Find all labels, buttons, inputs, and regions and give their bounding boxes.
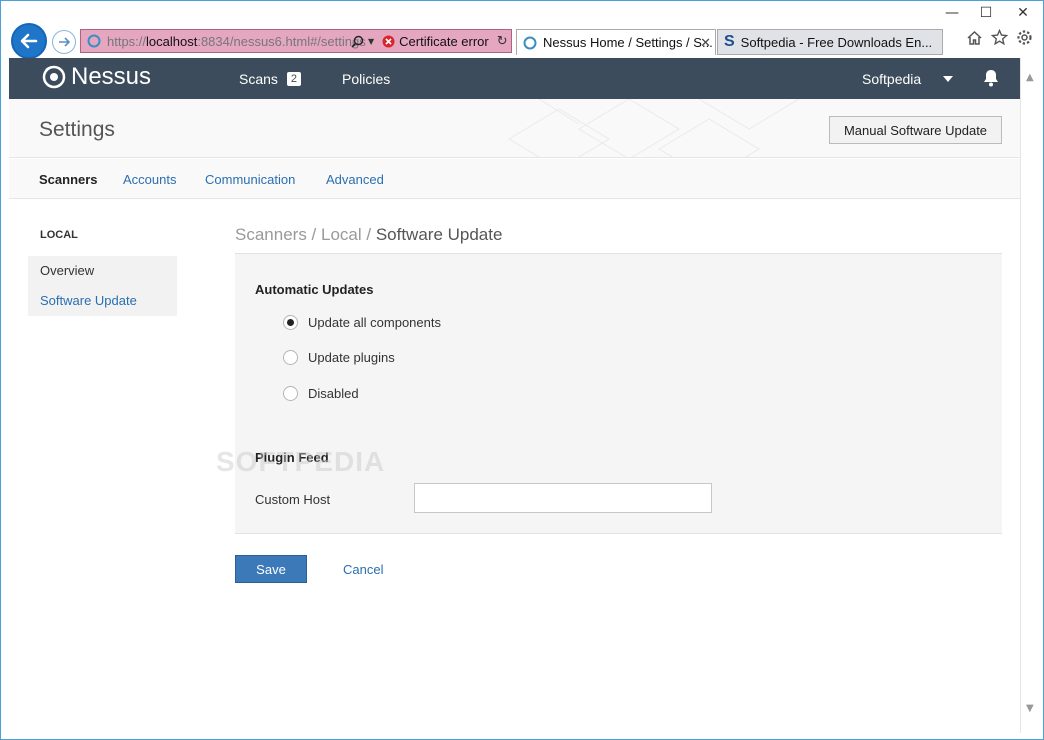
arrow-left-icon <box>20 33 38 49</box>
custom-host-label: Custom Host <box>255 492 331 507</box>
sidebar: LOCAL Overview Software Update <box>28 229 178 316</box>
browser-window: — ☐ ✕ https://localhost:8834/nessus6.htm… <box>0 0 1044 740</box>
settings-page: Settings Manual Software Update Scanners… <box>9 99 1020 733</box>
nav-policies[interactable]: Policies <box>342 71 390 87</box>
radio-label: Disabled <box>308 386 359 401</box>
custom-host-input[interactable] <box>414 483 712 513</box>
user-name: Softpedia <box>862 71 922 87</box>
tab-title: Nessus Home / Settings / S... <box>543 35 713 50</box>
nessus-logo-icon <box>42 65 66 89</box>
page-title: Settings <box>39 118 115 141</box>
radio-button[interactable] <box>283 350 298 365</box>
breadcrumb-separator: / <box>361 225 376 244</box>
title-bar: Settings Manual Software Update <box>9 99 1020 158</box>
manual-software-update-button[interactable]: Manual Software Update <box>829 116 1002 144</box>
browser-chrome: — ☐ ✕ https://localhost:8834/nessus6.htm… <box>1 1 1043 59</box>
chevron-down-icon <box>943 76 954 82</box>
tab-title: Softpedia - Free Downloads En... <box>740 34 933 50</box>
tab-advanced[interactable]: Advanced <box>326 172 384 187</box>
close-tab-icon[interactable]: ✕ <box>700 35 711 51</box>
tab-softpedia[interactable]: S Softpedia - Free Downloads En... <box>717 29 943 55</box>
breadcrumb-local[interactable]: Local <box>321 225 362 244</box>
back-button[interactable] <box>11 23 47 59</box>
search-icon[interactable] <box>351 35 364 48</box>
refresh-icon[interactable]: ↻ <box>497 34 508 49</box>
certificate-error-label[interactable]: Certificate error <box>399 34 489 49</box>
settings-tabs: Scanners Accounts Communication Advanced <box>9 159 1020 199</box>
sidebar-heading: LOCAL <box>40 229 78 241</box>
url-text: https://localhost:8834/nessus6.html#/set… <box>107 34 366 49</box>
forward-button[interactable] <box>52 30 76 54</box>
radio-button[interactable] <box>283 386 298 401</box>
sidebar-item-overview[interactable]: Overview <box>28 256 177 286</box>
nav-scans[interactable]: Scans 2 <box>239 71 302 87</box>
user-menu[interactable]: Softpedia <box>862 71 954 87</box>
arrow-right-icon <box>59 37 71 47</box>
radio-disabled[interactable]: Disabled <box>283 386 359 401</box>
nessus-logo[interactable]: Nessus <box>41 63 151 91</box>
radio-update-plugins[interactable]: Update plugins <box>283 350 395 365</box>
tab-scanners[interactable]: Scanners <box>39 172 98 187</box>
close-window-button[interactable]: ✕ <box>1003 1 1043 25</box>
favorites-star-icon[interactable] <box>991 29 1008 46</box>
radio-button[interactable] <box>283 315 298 330</box>
tab-communication[interactable]: Communication <box>205 172 295 187</box>
scans-count-badge: 2 <box>286 72 302 86</box>
window-controls: — ☐ ✕ <box>935 1 1043 25</box>
home-icon[interactable] <box>966 29 983 46</box>
url-path: :8834/nessus6.html#/settings <box>197 33 366 49</box>
vertical-scrollbar[interactable]: ▲ ▼ <box>1020 58 1043 733</box>
software-update-form: Automatic Updates Update all components … <box>235 254 1002 534</box>
breadcrumb-separator: / <box>306 225 321 244</box>
gear-icon[interactable] <box>1016 29 1033 46</box>
nessus-header: Nessus Scans 2 Policies Softpedia <box>9 58 1020 99</box>
cancel-link[interactable]: Cancel <box>343 562 383 577</box>
address-tools: ▼ Certificate error ↻ <box>351 34 508 49</box>
breadcrumb-scanners[interactable]: Scanners <box>235 225 307 244</box>
certificate-error-icon[interactable] <box>382 35 395 48</box>
address-bar[interactable]: https://localhost:8834/nessus6.html#/set… <box>80 29 512 53</box>
url-host: localhost <box>146 33 198 49</box>
save-button[interactable]: Save <box>235 555 307 583</box>
radio-update-all[interactable]: Update all components <box>283 315 441 330</box>
breadcrumb: Scanners / Local / Software Update <box>235 225 502 245</box>
scroll-up-icon[interactable]: ▲ <box>1026 72 1034 83</box>
radio-selected-dot <box>287 319 294 326</box>
logo-text: Nessus <box>71 63 152 90</box>
automatic-updates-heading: Automatic Updates <box>255 282 374 297</box>
radio-label: Update all components <box>308 315 441 330</box>
nav-scans-label: Scans <box>239 71 278 87</box>
maximize-button[interactable]: ☐ <box>969 1 1003 25</box>
softpedia-favicon-icon: S <box>724 33 735 50</box>
nessus-favicon-icon <box>523 36 537 49</box>
background-pattern <box>508 99 799 157</box>
scroll-down-icon[interactable]: ▼ <box>1026 703 1034 714</box>
bell-icon[interactable] <box>983 69 999 87</box>
browser-toolbar-icons <box>966 29 1033 46</box>
dropdown-caret-icon[interactable]: ▼ <box>368 37 374 46</box>
breadcrumb-current: Software Update <box>375 225 503 244</box>
sidebar-item-software-update[interactable]: Software Update <box>28 286 177 316</box>
tab-nessus[interactable]: Nessus Home / Settings / S... ✕ <box>516 29 716 55</box>
radio-label: Update plugins <box>308 350 395 365</box>
tab-accounts[interactable]: Accounts <box>123 172 176 187</box>
minimize-button[interactable]: — <box>935 1 969 25</box>
url-prefix: https:// <box>107 33 147 49</box>
sidebar-list: Overview Software Update <box>28 256 177 316</box>
softpedia-watermark: SOFTPEDIA <box>216 446 386 477</box>
nessus-favicon-icon <box>87 34 101 48</box>
